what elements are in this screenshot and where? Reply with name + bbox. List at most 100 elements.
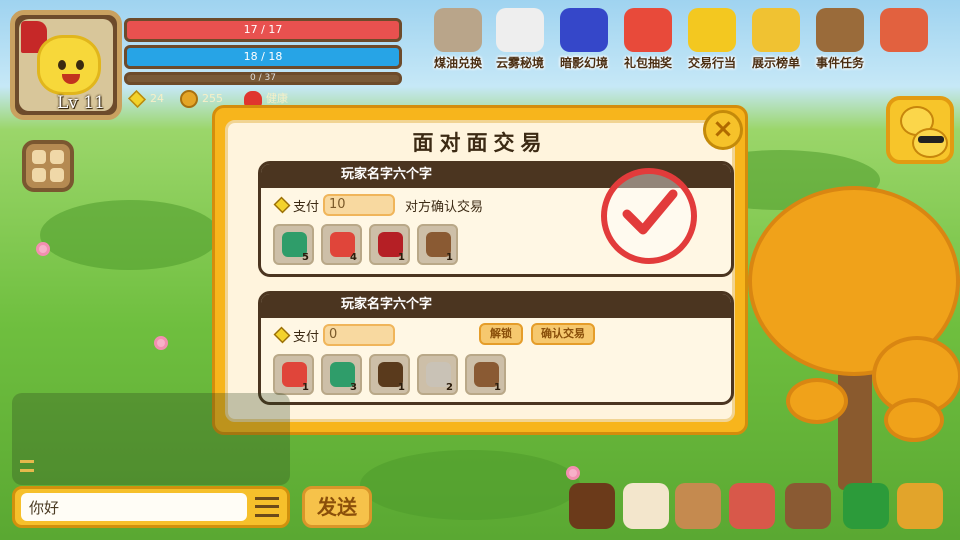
gem-counter: 24 — [127, 89, 164, 109]
chat-expand-icon[interactable] — [20, 460, 34, 472]
grid-cell-icon — [32, 168, 46, 182]
medal-icon — [752, 8, 800, 52]
coin-icon — [180, 90, 198, 108]
mouth — [62, 74, 80, 84]
chat-input-container — [12, 486, 290, 528]
gift-box-icon — [624, 8, 672, 52]
item-quantity: 1 — [302, 382, 309, 393]
shop-stall-icon — [880, 8, 928, 52]
crosshair-button[interactable] — [568, 482, 616, 530]
menu-item-5[interactable]: 交易行当 — [681, 8, 743, 70]
scroll-icon — [816, 8, 864, 52]
cool-face-icon — [912, 128, 948, 158]
grass-patch — [360, 450, 580, 520]
settings-gear-icon — [897, 483, 943, 529]
grass-patch — [40, 200, 220, 270]
item-slot[interactable]: 5 — [273, 224, 314, 265]
eye — [58, 60, 66, 70]
dark-crystal-icon — [560, 8, 608, 52]
player-avatar[interactable]: Lv 11 — [10, 10, 122, 120]
menu-item-2[interactable]: 云雾秘境 — [489, 8, 551, 70]
menu-item-4[interactable]: 礼包抽奖 — [617, 8, 679, 70]
menu-label: 事件任务 — [815, 56, 864, 70]
close-icon[interactable]: × — [703, 110, 743, 150]
menu-item-7[interactable]: 事件任务 — [809, 8, 871, 70]
item-quantity: 3 — [350, 382, 357, 393]
gem-count: 24 — [150, 92, 164, 105]
chat-input[interactable] — [21, 493, 247, 521]
trade-dialog: 面对面交易 玩家名字六个字 支付 10 对方确认交易 5411 玩家名字六个字 … — [212, 105, 748, 435]
item-slot[interactable]: 1 — [417, 224, 458, 265]
item-slot[interactable]: 1 — [369, 224, 410, 265]
hp-bar: 17 / 17 — [124, 18, 402, 42]
item-quantity: 1 — [494, 382, 501, 393]
confirm-trade-button[interactable]: 确认交易 — [531, 323, 595, 345]
item-quantity: 1 — [398, 382, 405, 393]
item-quantity: 4 — [350, 252, 357, 263]
check-mark-svg — [622, 189, 678, 235]
menu-item-1[interactable]: 煤油兑换 — [427, 8, 489, 70]
self-player-name: 玩家名字六个字 — [261, 294, 731, 318]
inventory-grid-button[interactable] — [22, 140, 74, 192]
confirmed-check-icon — [601, 168, 697, 264]
pay-label: 支付 — [293, 329, 320, 345]
mail-button[interactable] — [674, 482, 722, 530]
item-slot[interactable]: 4 — [321, 224, 362, 265]
pet-paw-button[interactable] — [622, 482, 670, 530]
dialog-body: 面对面交易 玩家名字六个字 支付 10 对方确认交易 5411 玩家名字六个字 … — [225, 120, 735, 422]
tree-crown — [786, 378, 848, 424]
menu-label: 交易行当 — [687, 56, 736, 70]
mp-bar: 18 / 18 — [124, 45, 402, 69]
eye — [76, 60, 84, 70]
item-slot[interactable]: 2 — [417, 354, 458, 395]
tree-trunk — [838, 360, 872, 490]
item-slot[interactable]: 1 — [465, 354, 506, 395]
cloud-icon — [496, 8, 544, 52]
emoji-button[interactable] — [886, 96, 954, 164]
item-quantity: 1 — [446, 252, 453, 263]
backpack-button[interactable] — [784, 482, 832, 530]
menu-label: 展示榜单 — [751, 56, 800, 70]
gem-icon — [273, 196, 291, 214]
flower — [566, 466, 580, 480]
menu-item-3[interactable]: 暗影幻境 — [553, 8, 615, 70]
player-level: Lv 11 — [57, 93, 105, 113]
menu-item-6[interactable]: 展示榜单 — [745, 8, 807, 70]
house-icon — [729, 483, 775, 529]
clover-icon — [843, 483, 889, 529]
self-pay-row: 支付 0 — [273, 324, 396, 346]
crosshair-icon — [569, 483, 615, 529]
mail-icon — [675, 483, 721, 529]
pet-paw-icon — [623, 483, 669, 529]
clover-button[interactable] — [842, 482, 890, 530]
dialog-title: 面对面交易 — [412, 131, 548, 155]
coin-counter: 255 — [180, 90, 223, 108]
gold-bars-icon — [688, 8, 736, 52]
grid-cell-icon — [50, 168, 64, 182]
house-button[interactable] — [728, 482, 776, 530]
settings-gear-button[interactable] — [896, 482, 944, 530]
item-slot[interactable]: 3 — [321, 354, 362, 395]
menu-label: 暗影幻境 — [559, 56, 608, 70]
menu-item-8[interactable] — [873, 8, 935, 70]
other-pay-row: 支付 10 对方确认交易 — [273, 194, 483, 216]
menu-label: 云雾秘境 — [495, 56, 544, 70]
menu-label: 煤油兑换 — [433, 56, 482, 70]
item-quantity: 5 — [302, 252, 309, 263]
item-slot[interactable]: 1 — [369, 354, 410, 395]
chat-menu-icon[interactable] — [255, 497, 279, 517]
gem-icon — [127, 89, 147, 109]
chat-log — [12, 393, 290, 485]
gem-icon — [273, 326, 291, 344]
self-pay-input[interactable]: 0 — [323, 324, 396, 346]
grid-cell-icon — [32, 150, 46, 164]
flower — [154, 336, 168, 350]
item-quantity: 2 — [446, 382, 453, 393]
self-player-panel: 玩家名字六个字 支付 0 解锁 确认交易 1 3 1 2 1 — [258, 291, 734, 405]
item-slot[interactable]: 1 — [273, 354, 314, 395]
xp-bar: 0 / 37 — [124, 72, 402, 85]
other-trade-status: 对方确认交易 — [405, 199, 484, 215]
unlock-button[interactable]: 解锁 — [479, 323, 523, 345]
send-button[interactable]: 发送 — [302, 486, 372, 528]
backpack-icon — [785, 483, 831, 529]
